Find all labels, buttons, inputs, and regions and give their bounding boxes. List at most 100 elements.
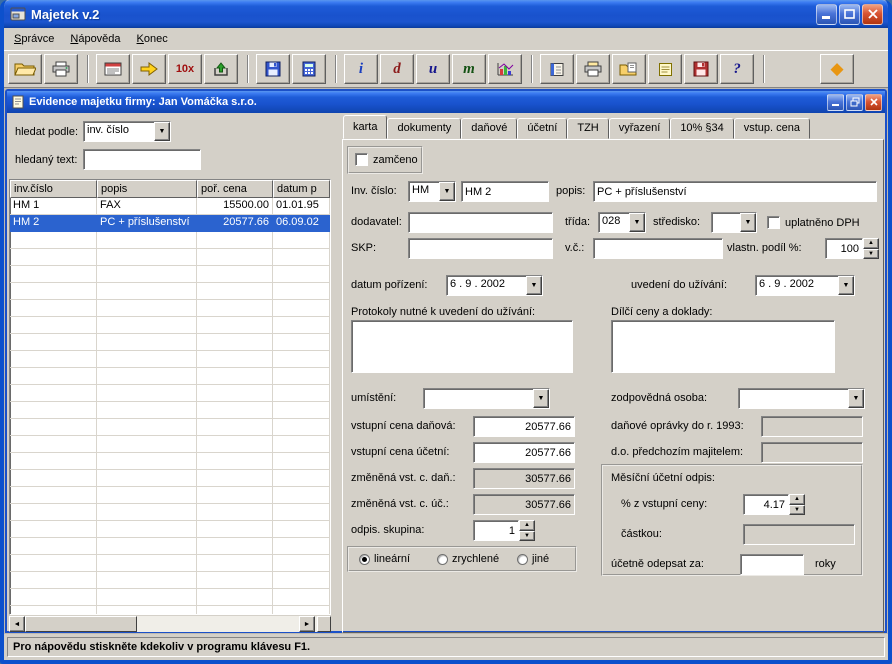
calculator-icon[interactable] [292, 54, 326, 84]
spin-up-icon[interactable]: ▲ [519, 520, 535, 531]
info-icon[interactable]: i [344, 54, 378, 84]
table-row[interactable]: HM 2PC + příslušenství20577.6606.09.02 [10, 215, 330, 232]
child-minimize-button[interactable] [827, 94, 844, 111]
table-row[interactable] [10, 453, 330, 470]
vc-input[interactable] [593, 238, 723, 259]
stredisko-combo[interactable]: ▼ [711, 212, 757, 233]
help-icon[interactable]: ? [720, 54, 754, 84]
open-document-icon[interactable] [612, 54, 646, 84]
tab-tzh[interactable]: TZH [567, 118, 608, 139]
maximize-button[interactable] [839, 4, 860, 25]
table-row[interactable] [10, 538, 330, 555]
table-row[interactable] [10, 351, 330, 368]
cena-danova-input[interactable] [473, 416, 575, 437]
table-row[interactable] [10, 249, 330, 266]
exit-icon[interactable] [204, 54, 238, 84]
table-row[interactable] [10, 521, 330, 538]
dropdown-arrow-icon[interactable]: ▼ [629, 213, 645, 232]
uvedeni-combo[interactable]: 6 . 9 . 2002 ▼ [755, 275, 855, 296]
child-restore-button[interactable] [846, 94, 863, 111]
accounting-letter-icon[interactable]: u [416, 54, 450, 84]
scroll-left-icon[interactable]: ◄ [9, 616, 25, 632]
main-titlebar[interactable]: Majetek v.2 [4, 0, 888, 28]
tab-karta[interactable]: karta [343, 115, 387, 139]
inventory-card-icon[interactable] [96, 54, 130, 84]
minimize-button[interactable] [816, 4, 837, 25]
dilci-textarea[interactable] [611, 320, 835, 373]
tab-etn[interactable]: účetní [517, 118, 567, 139]
options-diamond-icon[interactable]: ◆ [820, 54, 854, 84]
procento-spinner[interactable]: ▲▼ [743, 494, 805, 515]
chart-icon[interactable] [488, 54, 522, 84]
dodavatel-input[interactable] [408, 212, 553, 233]
spin-up-icon[interactable]: ▲ [863, 238, 879, 249]
radio-line-rn[interactable]: lineární [359, 553, 410, 565]
menu-item-n-pov-da[interactable]: Nápověda [62, 30, 128, 48]
inv-number-input[interactable] [461, 181, 549, 202]
search-text-input[interactable] [83, 149, 201, 170]
table-row[interactable] [10, 283, 330, 300]
table-row[interactable]: HM 1FAX15500.0001.01.95 [10, 198, 330, 215]
tab-vy-azen[interactable]: vyřazení [609, 118, 671, 139]
transfer-arrow-icon[interactable] [132, 54, 166, 84]
horizontal-scrollbar[interactable]: ◄ ► [9, 616, 331, 632]
column-header-popis[interactable]: popis [97, 180, 197, 198]
child-close-button[interactable] [865, 94, 882, 111]
podil-input[interactable] [825, 238, 863, 259]
app-icon[interactable] [10, 6, 26, 22]
column-header-po-cena[interactable]: poř. cena [197, 180, 273, 198]
table-row[interactable] [10, 385, 330, 402]
table-row[interactable] [10, 317, 330, 334]
dropdown-arrow-icon[interactable]: ▼ [439, 182, 455, 201]
save-icon[interactable] [684, 54, 718, 84]
table-row[interactable] [10, 555, 330, 572]
skp-input[interactable] [408, 238, 553, 259]
table-row[interactable] [10, 436, 330, 453]
save-blue-icon[interactable] [256, 54, 290, 84]
tab-da-ov[interactable]: daňové [461, 118, 517, 139]
odpis-skupina-input[interactable] [473, 520, 519, 541]
inv-prefix-combo[interactable]: HM ▼ [408, 181, 456, 202]
ten-x-icon[interactable]: 10x [168, 54, 202, 84]
table-row[interactable] [10, 504, 330, 521]
spin-down-icon[interactable]: ▼ [863, 249, 879, 260]
column-header-datum-p[interactable]: datum p [273, 180, 330, 198]
procento-input[interactable] [743, 494, 789, 515]
table-row[interactable] [10, 334, 330, 351]
umisteni-combo[interactable]: ▼ [423, 388, 550, 409]
table-row[interactable] [10, 232, 330, 249]
trida-combo[interactable]: 028 ▼ [598, 212, 646, 233]
table-row[interactable] [10, 606, 330, 615]
table-row[interactable] [10, 589, 330, 606]
table-row[interactable] [10, 266, 330, 283]
cena-ucetni-input[interactable] [473, 442, 575, 463]
table-row[interactable] [10, 402, 330, 419]
menu-item-konec[interactable]: Konec [129, 30, 176, 48]
spin-up-icon[interactable]: ▲ [789, 494, 805, 505]
scrollbar-thumb[interactable] [25, 616, 137, 632]
menu-item-spr-vce[interactable]: Správce [6, 30, 62, 48]
dropdown-arrow-icon[interactable]: ▼ [740, 213, 756, 232]
notebook-icon[interactable] [540, 54, 574, 84]
notes-icon[interactable] [648, 54, 682, 84]
scrollbar-track[interactable] [137, 616, 299, 632]
close-button[interactable] [862, 4, 883, 25]
popis-input[interactable] [593, 181, 877, 202]
child-window-icon[interactable] [11, 95, 25, 109]
spin-down-icon[interactable]: ▼ [789, 505, 805, 516]
table-row[interactable] [10, 300, 330, 317]
table-row[interactable] [10, 487, 330, 504]
dropdown-arrow-icon[interactable]: ▼ [533, 389, 549, 408]
tax-letter-icon[interactable]: d [380, 54, 414, 84]
search-by-combo[interactable]: inv. číslo ▼ [83, 121, 171, 142]
podil-spinner[interactable]: ▲▼ [825, 238, 879, 259]
dph-checkbox[interactable]: uplatněno DPH [767, 216, 860, 229]
open-folder-icon[interactable] [8, 54, 42, 84]
protokoly-textarea[interactable] [351, 320, 573, 373]
table-row[interactable] [10, 419, 330, 436]
print-report-icon[interactable] [576, 54, 610, 84]
dropdown-arrow-icon[interactable]: ▼ [154, 122, 170, 141]
dropdown-arrow-icon[interactable]: ▼ [848, 389, 864, 408]
tab-10-34[interactable]: 10% §34 [670, 118, 733, 139]
osoba-combo[interactable]: ▼ [738, 388, 865, 409]
